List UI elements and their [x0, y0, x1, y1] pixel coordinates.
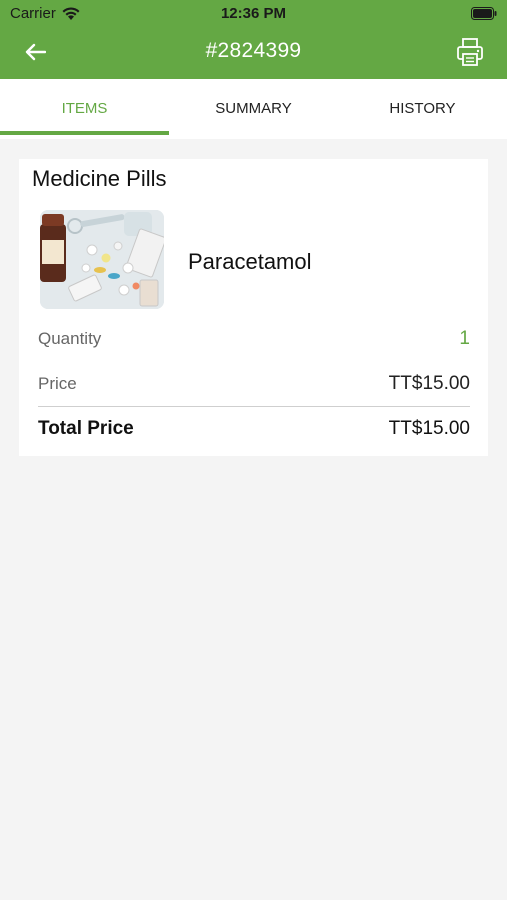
quantity-value: 1 — [459, 328, 470, 349]
item-category-title: Medicine Pills — [32, 166, 167, 191]
header-bar: Carrier 12:36 PM #2824399 — [0, 0, 507, 79]
product-image — [40, 210, 164, 309]
price-value: TT$15.00 — [388, 373, 470, 394]
printer-icon — [457, 38, 483, 66]
total-price-value: TT$15.00 — [388, 418, 470, 439]
status-bar: Carrier 12:36 PM — [0, 0, 507, 28]
order-number-title: #2824399 — [205, 39, 302, 62]
tab-items[interactable]: ITEMS — [0, 79, 169, 139]
quantity-row: Quantity 1 — [38, 327, 470, 351]
print-button[interactable] — [455, 36, 485, 68]
product-name: Paracetamol — [188, 249, 312, 274]
tab-bar: ITEMS SUMMARY HISTORY — [0, 79, 507, 139]
order-item-card: Medicine Pills Paracetamol Quantity 1 Pr… — [19, 159, 488, 456]
quantity-label: Quantity — [38, 329, 102, 348]
tab-summary[interactable]: SUMMARY — [169, 79, 338, 139]
tab-history[interactable]: HISTORY — [338, 79, 507, 139]
total-price-label: Total Price — [38, 418, 134, 439]
status-time: 12:36 PM — [220, 5, 287, 22]
total-price-row: Total Price TT$15.00 — [38, 417, 470, 441]
divider — [38, 406, 470, 407]
battery-icon — [471, 7, 497, 20]
price-row: Price TT$15.00 — [38, 372, 470, 396]
active-tab-indicator — [0, 131, 169, 135]
price-label: Price — [38, 374, 77, 393]
